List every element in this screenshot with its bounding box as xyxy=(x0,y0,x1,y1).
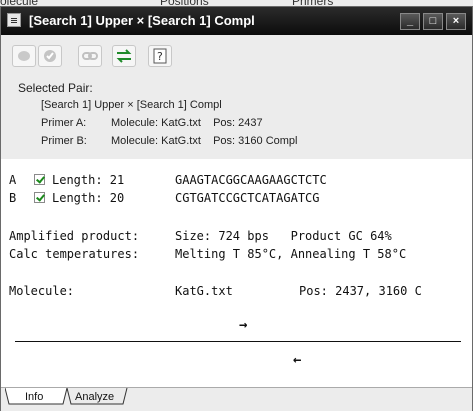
primer-a-value: Molecule: KatG.txt Pos: 2437 xyxy=(111,117,263,129)
amplified-product-label: Amplified product: xyxy=(9,229,140,243)
close-button[interactable]: × xyxy=(446,13,466,30)
check-icon[interactable] xyxy=(38,45,62,67)
tab-bar: Info Analyze xyxy=(1,387,472,411)
primer-a-sequence: GAAGTACGGCAAGAAGCTCTC xyxy=(175,173,327,187)
primer-b-id: B xyxy=(9,191,17,205)
primer-a-checkbox[interactable] xyxy=(34,174,45,185)
swap-arrows-icon[interactable] xyxy=(112,45,136,67)
primer-b-value: Molecule: KatG.txt Pos: 3160 Compl xyxy=(111,135,298,147)
title-bar[interactable]: [Search 1] Upper × [Search 1] Compl _ □ … xyxy=(1,7,472,35)
primer-a-label: Primer A: xyxy=(41,117,87,129)
maximize-button[interactable]: □ xyxy=(423,13,443,30)
primer-b-checkbox[interactable] xyxy=(34,192,45,203)
app-icon xyxy=(7,13,21,27)
molecule-line xyxy=(15,341,461,342)
record-icon[interactable] xyxy=(12,45,36,67)
selected-pair-heading: Selected Pair: xyxy=(18,81,93,95)
link-icon[interactable] xyxy=(78,45,102,67)
primer-a-id: A xyxy=(9,173,17,187)
selected-pair-name: [Search 1] Upper × [Search 1] Compl xyxy=(41,99,222,111)
calc-temperatures-label: Calc temperatures: xyxy=(9,247,140,261)
primer-b-length: Length: 20 xyxy=(52,191,125,205)
selected-pair-panel: Selected Pair: [Search 1] Upper × [Searc… xyxy=(1,77,472,159)
primer-b-sequence: CGTGATCCGCTCATAGATCG xyxy=(175,191,320,205)
forward-primer-arrow: → xyxy=(239,317,248,333)
tab-info[interactable]: Info xyxy=(17,388,51,406)
primer-a-length: Length: 21 xyxy=(52,173,125,187)
svg-text:?: ? xyxy=(157,50,163,63)
molecule-label: Molecule: xyxy=(9,284,75,298)
reverse-primer-arrow: ← xyxy=(293,352,302,368)
primer-b-label: Primer B: xyxy=(41,135,87,147)
minimize-button[interactable]: _ xyxy=(400,13,420,30)
toolbar: ? xyxy=(1,35,472,77)
window-title: [Search 1] Upper × [Search 1] Compl xyxy=(29,13,255,28)
help-icon[interactable]: ? xyxy=(148,45,172,67)
info-content: A Length: 21 GAAGTACGGCAAGAAGCTCTC B Len… xyxy=(1,159,472,387)
molecule-positions: Pos: 2437, 3160 C xyxy=(299,284,422,298)
primer-pair-window: [Search 1] Upper × [Search 1] Compl _ □ … xyxy=(0,6,473,411)
calc-temperatures-value: Melting T 85°C, Annealing T 58°C xyxy=(175,247,407,261)
tab-analyze[interactable]: Analyze xyxy=(67,388,122,406)
molecule-value: KatG.txt xyxy=(175,284,233,298)
amplified-product-value: Size: 724 bps Product GC 64% xyxy=(175,229,392,243)
